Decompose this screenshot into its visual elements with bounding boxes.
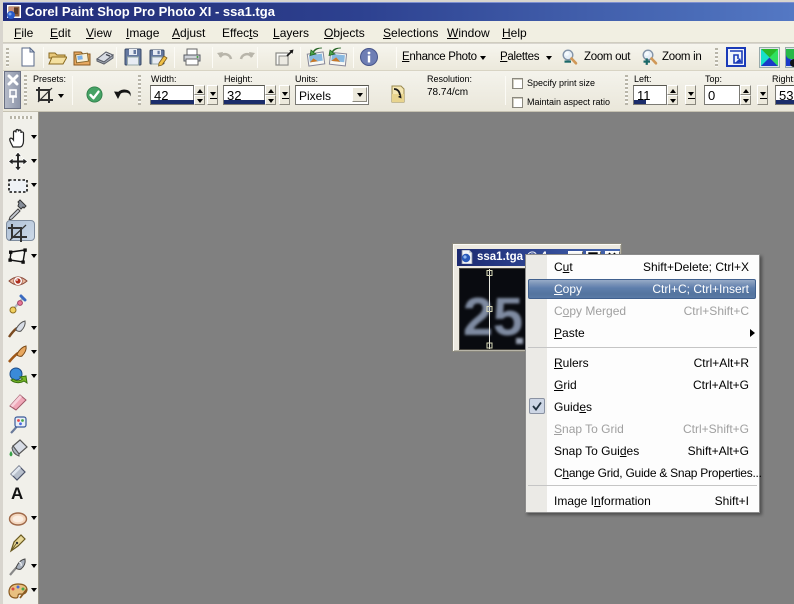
svg-text:25: 25: [463, 287, 523, 347]
